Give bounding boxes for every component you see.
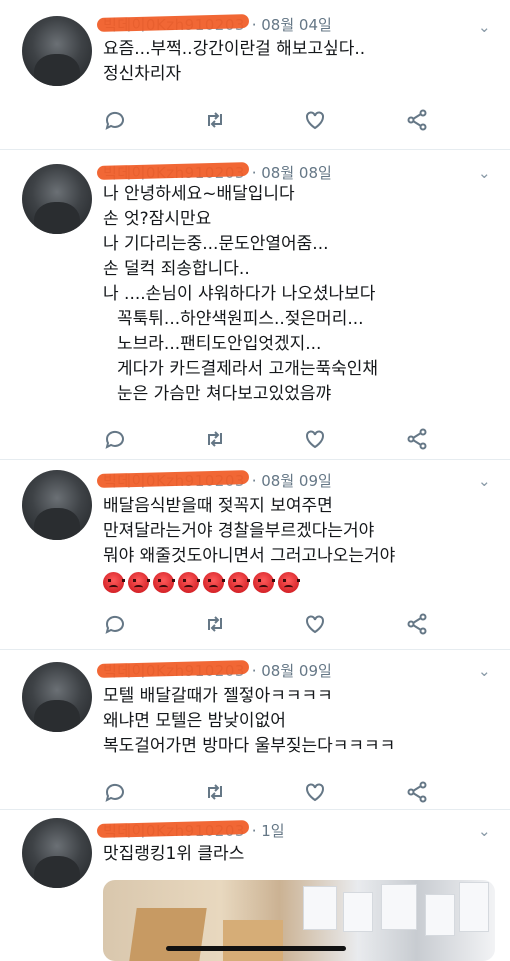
user-handle[interactable]: 빅데이0Kzh910203 (103, 162, 245, 183)
retweet-icon[interactable] (203, 427, 227, 451)
avatar[interactable] (22, 470, 92, 540)
retweet-icon[interactable] (203, 780, 227, 804)
tweet[interactable]: 빅데이0Kzh910203 · 08월 08일 ⌄ 나 안녕하세요~배달입니다 … (0, 150, 510, 460)
tweet-line: 만져달라는거야 경찰을부르겠다는거야 (103, 521, 375, 541)
angry-face-icon (178, 572, 200, 593)
tweet-actions (103, 108, 433, 132)
tweet-text: 모텔 배달갈때가 젤젛아ㅋㅋㅋㅋ 왜냐면 모텔은 밤낮이없어 복도걸어가면 방마… (103, 684, 480, 759)
angry-face-icon (253, 572, 275, 593)
tweet-line: 노브라...팬티도안입엇겠지... (117, 334, 322, 354)
tweet-text: 맛집랭킹1위 클라스 (103, 842, 480, 867)
share-icon[interactable] (405, 427, 429, 451)
tweet-line: 나 안녕하세요~배달입니다 (103, 184, 295, 204)
photo-paper (303, 886, 337, 930)
photo-paper (381, 884, 417, 930)
avatar[interactable] (22, 662, 92, 732)
heart-icon[interactable] (303, 108, 327, 132)
tweet-line: 눈은 가슴만 쳐다보고있었음꺄 (117, 384, 332, 404)
reply-icon[interactable] (103, 108, 127, 132)
user-handle[interactable]: 빅데이0Kzh910203 (103, 820, 245, 841)
tweet-line: 복도걸어가면 방마다 울부짖는다ㅋㅋㅋㅋ (103, 736, 396, 756)
chevron-down-icon[interactable]: ⌄ (478, 824, 492, 839)
tweet-date[interactable]: · 1일 (252, 822, 285, 840)
home-indicator[interactable] (166, 946, 346, 951)
angry-face-icon (228, 572, 250, 593)
heart-icon[interactable] (303, 780, 327, 804)
photo-paper (425, 894, 455, 936)
photo-box (223, 920, 283, 961)
retweet-icon[interactable] (203, 108, 227, 132)
reply-icon[interactable] (103, 427, 127, 451)
tweet-line: 요즘...부쩍..강간이란걸 해보고싶다.. (103, 39, 366, 59)
tweet-line: 모텔 배달갈때가 젤젛아ㅋㅋㅋㅋ (103, 686, 333, 706)
share-icon[interactable] (405, 612, 429, 636)
chevron-down-icon[interactable]: ⌄ (478, 20, 492, 35)
tweet-date[interactable]: · 08월 09일 (252, 472, 332, 490)
avatar[interactable] (22, 818, 92, 888)
tweet-date[interactable]: · 08월 04일 (252, 16, 332, 34)
chevron-down-icon[interactable]: ⌄ (478, 166, 492, 181)
chevron-down-icon[interactable]: ⌄ (478, 474, 492, 489)
user-handle[interactable]: 빅데이0Kzh910203 (103, 470, 245, 491)
tweet-header: 빅데이0Kzh910203 · 08월 09일 (103, 470, 332, 490)
user-handle[interactable]: 빅데이0Kzh910203 (103, 660, 245, 681)
tweet-header: 빅데이0Kzh910203 · 08월 04일 (103, 14, 332, 34)
tweet-line: 게다가 카드결제라서 고개는푹숙인채 (117, 359, 379, 379)
tweet-line: 정신차리자 (103, 64, 182, 84)
avatar[interactable] (22, 164, 92, 234)
user-handle[interactable]: 빅데이0Kzh910203 (103, 14, 245, 35)
tweet-line: 손 엇?잠시만요 (103, 209, 212, 229)
photo-paper (459, 882, 489, 932)
tweet-text: 요즘...부쩍..강간이란걸 해보고싶다.. 정신차리자 (103, 37, 480, 87)
tweet[interactable]: 빅데이0Kzh910203 · 08월 09일 ⌄ 배달음식받을때 젖꼭지 보여… (0, 460, 510, 650)
tweet-text: 배달음식받을때 젖꼭지 보여주면 만져달라는거야 경찰을부르겠다는거야 뭐야 왜… (103, 494, 480, 593)
tweet-line: 뭐야 왜줄것도아니면서 그러고나오는거야 (103, 546, 396, 566)
angry-face-icon (153, 572, 175, 593)
chevron-down-icon[interactable]: ⌄ (478, 664, 492, 679)
reply-icon[interactable] (103, 612, 127, 636)
tweet-line: 배달음식받을때 젖꼭지 보여주면 (103, 496, 333, 516)
emoji-row (103, 572, 480, 593)
tweet-text: 나 안녕하세요~배달입니다 손 엇?잠시만요 나 기다리는중...문도안열어줌.… (103, 182, 480, 407)
heart-icon[interactable] (303, 612, 327, 636)
avatar[interactable] (22, 16, 92, 86)
tweet-header: 빅데이0Kzh910203 · 08월 08일 (103, 162, 332, 182)
photo-box (129, 908, 207, 961)
tweet[interactable]: 빅데이0Kzh910203 · 08월 04일 ⌄ 요즘...부쩍..강간이란걸… (0, 0, 510, 150)
tweet-line: 꼭툭튀...하얀색원피스..젖은머리... (117, 309, 364, 329)
tweet-header: 빅데이0Kzh910203 · 08월 09일 (103, 660, 332, 680)
tweet-date[interactable]: · 08월 09일 (252, 662, 332, 680)
tweet-date[interactable]: · 08월 08일 (252, 164, 332, 182)
tweet-line: 나 ....손님이 샤워하다가 나오셨나보다 (103, 284, 376, 304)
tweet-line: 왜냐면 모텔은 밤낮이없어 (103, 711, 286, 731)
tweet-header: 빅데이0Kzh910203 · 1일 (103, 820, 285, 840)
angry-face-icon (103, 572, 125, 593)
angry-face-icon (278, 572, 300, 593)
retweet-icon[interactable] (203, 612, 227, 636)
angry-face-icon (203, 572, 225, 593)
photo-paper (343, 892, 373, 932)
share-icon[interactable] (405, 108, 429, 132)
tweet-actions (103, 612, 433, 636)
tweet-line: 맛집랭킹1위 클라스 (103, 844, 245, 864)
angry-face-icon (128, 572, 150, 593)
tweet-line: 나 기다리는중...문도안열어줌... (103, 234, 329, 254)
tweet-actions (103, 427, 433, 451)
tweet-actions (103, 780, 433, 804)
reply-icon[interactable] (103, 780, 127, 804)
share-icon[interactable] (405, 780, 429, 804)
heart-icon[interactable] (303, 427, 327, 451)
tweet-line: 손 덜컥 죄송합니다.. (103, 259, 250, 279)
tweet[interactable]: 빅데이0Kzh910203 · 08월 09일 ⌄ 모텔 배달갈때가 젤젛아ㅋㅋ… (0, 650, 510, 810)
